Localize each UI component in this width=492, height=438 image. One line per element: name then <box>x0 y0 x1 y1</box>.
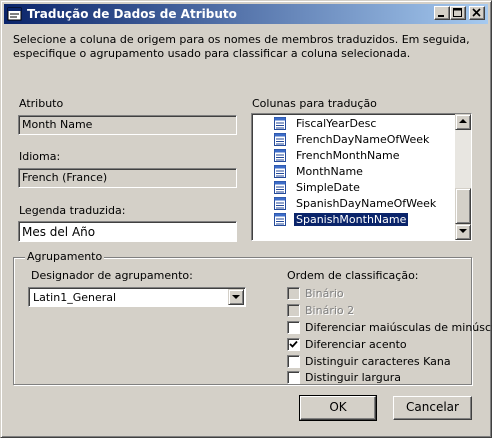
list-item-label: SpanishMonthName <box>292 212 410 227</box>
ok-button[interactable]: OK <box>299 395 377 421</box>
caption-input[interactable]: Mes del Año <box>18 221 237 242</box>
checkbox-box[interactable] <box>287 321 300 334</box>
column-icon <box>274 181 287 195</box>
list-item[interactable]: SpanishDayNameOfWeek <box>274 196 438 212</box>
list-item-label: MonthName <box>296 165 363 178</box>
attribute-field: Month Name <box>18 115 237 135</box>
checkbox-box[interactable] <box>287 355 300 368</box>
translation-dialog: Tradução de Dados de Atributo Selecione … <box>0 0 492 438</box>
collation-value: Latin1_General <box>33 291 117 304</box>
maximize-icon <box>453 8 462 17</box>
checkbox-label: Binário <box>305 287 344 300</box>
list-item-label: SpanishDayNameOfWeek <box>296 197 437 210</box>
list-item[interactable]: MonthName <box>274 164 365 180</box>
sort-order-label: Ordem de classificação: <box>287 269 419 282</box>
description-text: Selecione a coluna de origem para os nom… <box>13 33 470 60</box>
minimize-button[interactable] <box>434 6 450 20</box>
grouping-legend: Agrupamento <box>25 250 105 263</box>
checkbox-label: Diferenciar acento <box>305 338 407 351</box>
language-field: French (France) <box>18 168 237 188</box>
column-icon <box>274 165 287 179</box>
checkbox-box[interactable] <box>287 338 300 351</box>
list-item-selected[interactable]: SpanishMonthName <box>274 212 410 228</box>
checkbox-label: Binário 2 <box>305 304 355 317</box>
column-icon <box>274 213 287 227</box>
checkbox-box[interactable] <box>287 371 300 384</box>
vertical-scrollbar[interactable] <box>455 114 471 240</box>
caption-label: Legenda traduzida: <box>19 204 126 217</box>
list-item[interactable]: FiscalYearDesc <box>274 116 378 132</box>
close-icon <box>472 8 481 17</box>
scroll-down-button[interactable] <box>455 224 471 240</box>
checkbox-label: Distinguir largura <box>305 371 401 384</box>
checkbox-box[interactable] <box>287 287 300 300</box>
column-icon <box>274 117 287 131</box>
column-icon <box>274 133 287 147</box>
list-item[interactable]: SimpleDate <box>274 180 362 196</box>
attribute-label: Atributo <box>19 97 64 110</box>
scroll-thumb[interactable] <box>455 188 471 224</box>
arrow-down-icon <box>459 229 467 233</box>
columns-label: Colunas para tradução <box>252 97 377 110</box>
maximize-button[interactable] <box>450 6 466 20</box>
cancel-button[interactable]: Cancelar <box>393 396 472 420</box>
checkbox-label: Diferenciar maiúsculas de minúscu <box>305 321 492 334</box>
list-item[interactable]: FrenchDayNameOfWeek <box>274 132 431 148</box>
arrow-up-icon <box>459 119 467 123</box>
collation-combobox[interactable]: Latin1_General <box>28 287 246 307</box>
checkmark-icon <box>289 340 298 348</box>
window-title: Tradução de Dados de Atributo <box>27 7 237 21</box>
language-label: Idioma: <box>19 150 61 163</box>
chevron-down-icon <box>232 295 240 299</box>
list-item-label: FrenchDayNameOfWeek <box>296 133 430 146</box>
list-item-label: FrenchMonthName <box>296 149 400 162</box>
collation-dropdown-button[interactable] <box>228 289 244 305</box>
list-item-label: SimpleDate <box>296 181 360 194</box>
columns-listbox[interactable]: FiscalYearDesc FrenchDayNameOfWeek Frenc… <box>251 113 472 241</box>
dialog-icon <box>7 6 23 22</box>
minimize-icon <box>438 15 444 17</box>
close-button[interactable] <box>469 6 485 20</box>
collation-label: Designador de agrupamento: <box>31 269 193 282</box>
checkbox-label: Distinguir caracteres Kana <box>305 355 451 368</box>
checkbox-box[interactable] <box>287 304 300 317</box>
list-item-label: FiscalYearDesc <box>296 117 377 130</box>
title-bar[interactable]: Tradução de Dados de Atributo <box>4 4 488 24</box>
list-item[interactable]: FrenchMonthName <box>274 148 402 164</box>
column-icon <box>274 197 287 211</box>
scroll-up-button[interactable] <box>455 114 471 130</box>
column-icon <box>274 149 287 163</box>
